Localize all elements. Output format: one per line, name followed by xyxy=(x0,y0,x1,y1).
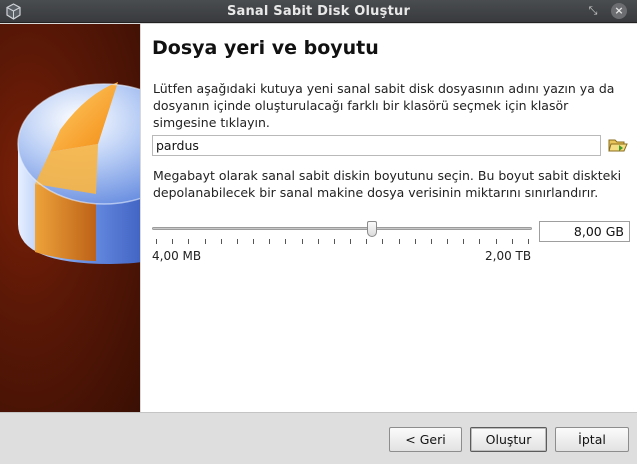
slider-tick xyxy=(414,239,416,244)
slider-tick xyxy=(333,239,335,244)
hard-disk-illustration xyxy=(17,82,140,264)
slider-tick xyxy=(430,239,432,244)
slider-tick xyxy=(495,239,497,244)
size-input[interactable] xyxy=(539,221,630,242)
slider-tick xyxy=(301,239,303,244)
slider-tick xyxy=(188,239,190,244)
slider-tick xyxy=(220,239,222,244)
slider-tick xyxy=(269,239,271,244)
cancel-button[interactable]: İptal xyxy=(555,427,629,452)
slider-tick xyxy=(479,239,481,244)
slider-tick xyxy=(350,239,352,244)
window-title: Sanal Sabit Disk Oluştur xyxy=(226,4,411,19)
back-button[interactable]: < Geri xyxy=(389,427,462,452)
slider-ticks xyxy=(152,239,532,245)
slider-tick xyxy=(382,239,384,244)
slider-tick xyxy=(317,239,319,244)
folder-open-icon[interactable] xyxy=(608,136,628,154)
slider-tick xyxy=(172,239,174,244)
slider-tick xyxy=(447,239,449,244)
slider-groove xyxy=(152,227,532,230)
close-button[interactable]: × xyxy=(611,3,627,19)
slider-tick xyxy=(511,239,513,244)
size-range-min-label: 4,00 MB xyxy=(152,249,202,263)
size-range-max-label: 2,00 TB xyxy=(485,249,532,263)
restore-button[interactable]: ⤡ xyxy=(586,4,600,18)
file-name-input[interactable] xyxy=(152,135,601,156)
slider-tick xyxy=(204,239,206,244)
location-description: Lütfen aşağıdaki kutuya yeni sanal sabit… xyxy=(153,81,615,130)
slider-tick xyxy=(285,239,287,244)
page-title: Dosya yeri ve boyutu xyxy=(152,37,379,59)
wizard-footer: < Geri Oluştur İptal xyxy=(0,412,637,464)
slider-tick xyxy=(156,239,157,244)
slider-tick xyxy=(236,239,238,244)
wizard-page: Dosya yeri ve boyutu Lütfen aşağıdaki ku… xyxy=(141,24,637,412)
create-button[interactable]: Oluştur xyxy=(470,427,547,452)
slider-tick xyxy=(398,239,400,244)
wizard-banner-image xyxy=(0,24,140,412)
slider-tick xyxy=(366,239,368,244)
slider-tick xyxy=(528,239,529,244)
slider-tick xyxy=(463,239,465,244)
slider-handle[interactable] xyxy=(366,221,377,237)
slider-tick xyxy=(253,239,255,244)
window-titlebar: Sanal Sabit Disk Oluştur ⤡ × xyxy=(0,0,637,23)
size-description: Megabayt olarak sanal sabit diskin boyut… xyxy=(153,168,622,200)
